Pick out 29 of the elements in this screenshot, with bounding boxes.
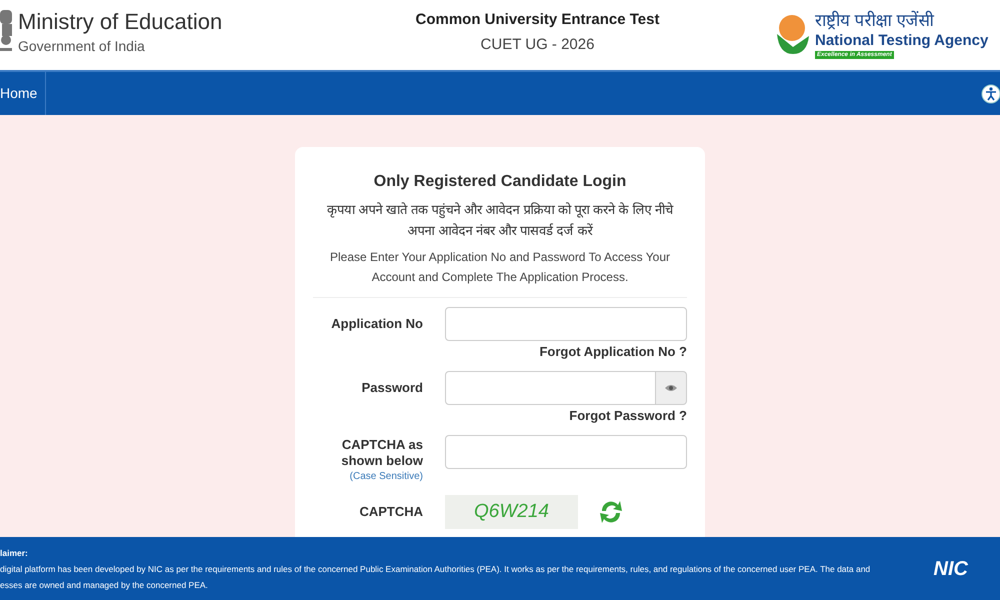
field-label: Application No <box>330 315 424 333</box>
disclaimer-text: esses are owned and managed by the concerned PEA. <box>0 578 209 592</box>
forgot-link[interactable]: Forgot Password ? <box>569 405 687 427</box>
field-label: CAPTCHA as shown below <box>340 437 423 469</box>
exam-subtitle: CUET UG - 2026 <box>480 35 594 55</box>
exam-title: Common University Entrance Test <box>416 10 660 30</box>
accessibility-icon[interactable] <box>980 82 1000 104</box>
login-title: Only Registered Candidate Login <box>374 172 626 192</box>
field-label: Password <box>360 379 424 397</box>
captcha-field[interactable] <box>445 435 687 469</box>
agency-hindi-name: राष्ट्रीय परीक्षा एजेंसी <box>815 11 936 31</box>
checkmark-logo-icon <box>775 14 811 56</box>
government-subtitle: Government of India <box>18 37 146 55</box>
forgot-link[interactable]: Forgot Application No ? <box>539 341 687 363</box>
hindi-instruction: कृपया अपने खाते तक पहुंचने और आवेदन प्रक्रिया को पूरा करने के लिए नीचे अपना आवेदन नंबर और पासवर्ड दर्ज करें <box>326 201 674 240</box>
captcha-image: Q6W214 <box>445 495 578 529</box>
show-password-button[interactable] <box>656 371 687 405</box>
case-sensitive-note: (Case Sensitive) <box>350 470 423 484</box>
agency-name: National Testing Agency <box>815 31 988 51</box>
disclaimer-text: digital platform has been developed by NIC as per the requirements and rules of the concerned Public Examination Authorities (PEA). It works as per the requirements, rules, and regulations of the concerned user PEA. The data and <box>0 562 870 576</box>
ministry-title: Ministry of Education <box>18 8 222 36</box>
password-field[interactable] <box>445 371 656 405</box>
eye-icon <box>665 384 677 392</box>
nic-logo: NIC <box>932 556 969 582</box>
login-instruction: Please Enter Your Application No and Password To Access Your Account and Complete The Application Process. <box>328 249 671 286</box>
nav-link[interactable]: Home <box>0 72 46 115</box>
field-label: CAPTCHA <box>358 503 424 521</box>
application-number-field[interactable] <box>445 307 687 341</box>
disclaimer-heading: laimer: <box>0 546 29 560</box>
